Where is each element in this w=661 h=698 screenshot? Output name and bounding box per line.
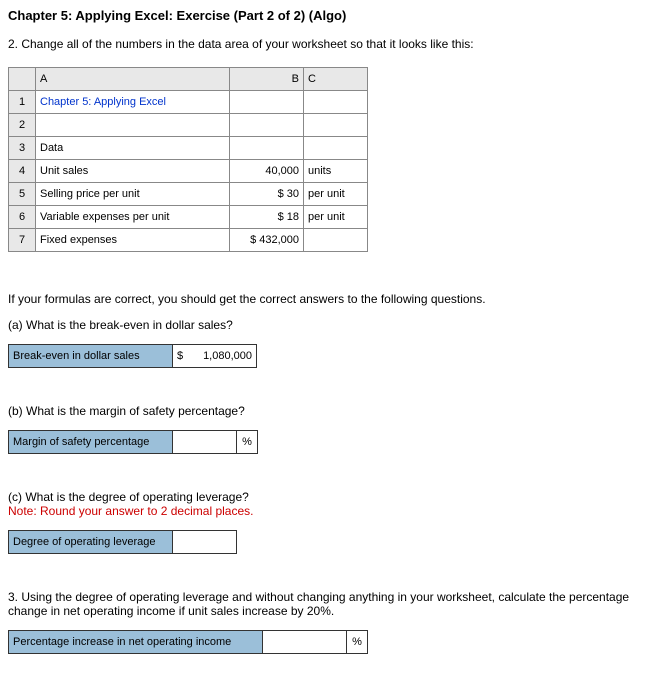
cell-b2 [230, 114, 304, 137]
question-c: (c) What is the degree of operating leve… [8, 490, 653, 504]
answer-a-input[interactable]: $ 1,080,000 [173, 345, 257, 368]
answer-3-label: Percentage increase in net operating inc… [9, 631, 263, 654]
answer-b-table: Margin of safety percentage % [8, 430, 258, 454]
answer-3-table: Percentage increase in net operating inc… [8, 630, 368, 654]
cell-b4: 40,000 [230, 160, 304, 183]
question-c-note: Note: Round your answer to 2 decimal pla… [8, 504, 653, 518]
dollar-sign: $ [177, 350, 183, 362]
table-row: 2 [9, 114, 368, 137]
percent-sign: % [237, 431, 258, 454]
table-row: 4 Unit sales 40,000 units [9, 160, 368, 183]
table-row: 3 Data [9, 137, 368, 160]
question-a: (a) What is the break-even in dollar sal… [8, 318, 653, 332]
cell-b7: $ 432,000 [230, 229, 304, 252]
cell-a7: Fixed expenses [36, 229, 230, 252]
excel-table: A B C 1 Chapter 5: Applying Excel 2 3 Da… [8, 67, 368, 252]
cell-c7 [304, 229, 368, 252]
cell-c5: per unit [304, 183, 368, 206]
table-row: 7 Fixed expenses $ 432,000 [9, 229, 368, 252]
header-a: A [36, 68, 230, 91]
answer-a-value: 1,080,000 [203, 350, 252, 362]
cell-a6: Variable expenses per unit [36, 206, 230, 229]
row-num: 4 [9, 160, 36, 183]
row-num: 6 [9, 206, 36, 229]
row-num: 2 [9, 114, 36, 137]
question-b: (b) What is the margin of safety percent… [8, 404, 653, 418]
cell-b1 [230, 91, 304, 114]
table-row: 5 Selling price per unit $ 30 per unit [9, 183, 368, 206]
answer-c-table: Degree of operating leverage [8, 530, 237, 554]
cell-c2 [304, 114, 368, 137]
answer-c-input[interactable] [173, 531, 237, 554]
cell-a3: Data [36, 137, 230, 160]
answer-b-label: Margin of safety percentage [9, 431, 173, 454]
cell-b3 [230, 137, 304, 160]
cell-a5: Selling price per unit [36, 183, 230, 206]
page-title: Chapter 5: Applying Excel: Exercise (Par… [8, 8, 653, 23]
cell-c4: units [304, 160, 368, 183]
answer-b-input[interactable] [173, 431, 237, 454]
answer-a-table: Break-even in dollar sales $ 1,080,000 [8, 344, 257, 368]
row-num: 7 [9, 229, 36, 252]
header-corner [9, 68, 36, 91]
cell-b5: $ 30 [230, 183, 304, 206]
cell-b6: $ 18 [230, 206, 304, 229]
percent-sign: % [347, 631, 368, 654]
row-num: 3 [9, 137, 36, 160]
question-3: 3. Using the degree of operating leverag… [8, 590, 653, 618]
row-num: 5 [9, 183, 36, 206]
mid-text: If your formulas are correct, you should… [8, 292, 653, 306]
cell-a1: Chapter 5: Applying Excel [36, 91, 230, 114]
header-b: B [230, 68, 304, 91]
cell-a4: Unit sales [36, 160, 230, 183]
answer-3-input[interactable] [263, 631, 347, 654]
cell-a2 [36, 114, 230, 137]
cell-c6: per unit [304, 206, 368, 229]
answer-a-label: Break-even in dollar sales [9, 345, 173, 368]
header-c: C [304, 68, 368, 91]
table-row: 1 Chapter 5: Applying Excel [9, 91, 368, 114]
table-row: 6 Variable expenses per unit $ 18 per un… [9, 206, 368, 229]
row-num: 1 [9, 91, 36, 114]
instruction-text: 2. Change all of the numbers in the data… [8, 37, 653, 51]
cell-c1 [304, 91, 368, 114]
answer-c-label: Degree of operating leverage [9, 531, 173, 554]
cell-c3 [304, 137, 368, 160]
